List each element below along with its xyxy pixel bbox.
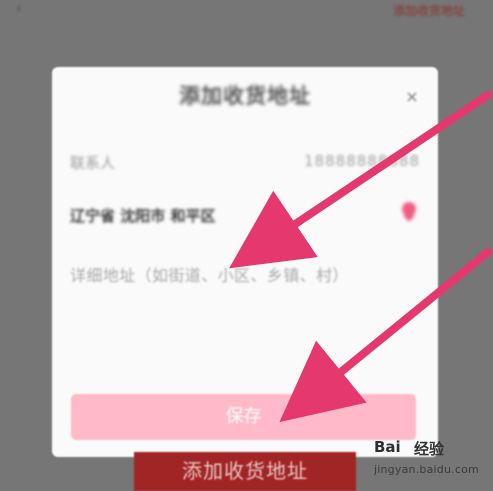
- region-value: 辽宁省 沈阳市 和平区: [70, 207, 216, 225]
- contact-label: 联系人: [70, 154, 116, 172]
- close-icon[interactable]: ×: [404, 89, 420, 105]
- save-button[interactable]: 保存: [71, 394, 416, 440]
- dialog-title: 添加收货地址: [179, 84, 311, 108]
- watermark-url: jingyan.baidu.com: [374, 463, 479, 476]
- watermark: Bai 经验 jingyan.baidu.com: [374, 437, 486, 485]
- header-right-label: 添加收货地址: [393, 4, 466, 18]
- address-dialog: 添加收货地址 × 联系人 18888888888 辽宁省 沈阳市 和平区 详细地…: [52, 67, 438, 457]
- contact-row[interactable]: 联系人 18888888888: [70, 146, 420, 176]
- watermark-name: 经验: [414, 440, 445, 458]
- address-input[interactable]: 详细地址（如街道、小区、乡镇、村）: [70, 262, 349, 286]
- phone-value: 18888888888: [304, 152, 420, 170]
- watermark-logo: Bai: [374, 438, 401, 456]
- add-address-button[interactable]: 添加收货地址: [134, 452, 356, 491]
- back-icon[interactable]: ‹: [16, 2, 38, 16]
- location-icon[interactable]: [402, 202, 416, 216]
- region-row[interactable]: 辽宁省 沈阳市 和平区: [70, 199, 420, 229]
- address-row[interactable]: 详细地址（如街道、小区、乡镇、村）: [70, 255, 420, 285]
